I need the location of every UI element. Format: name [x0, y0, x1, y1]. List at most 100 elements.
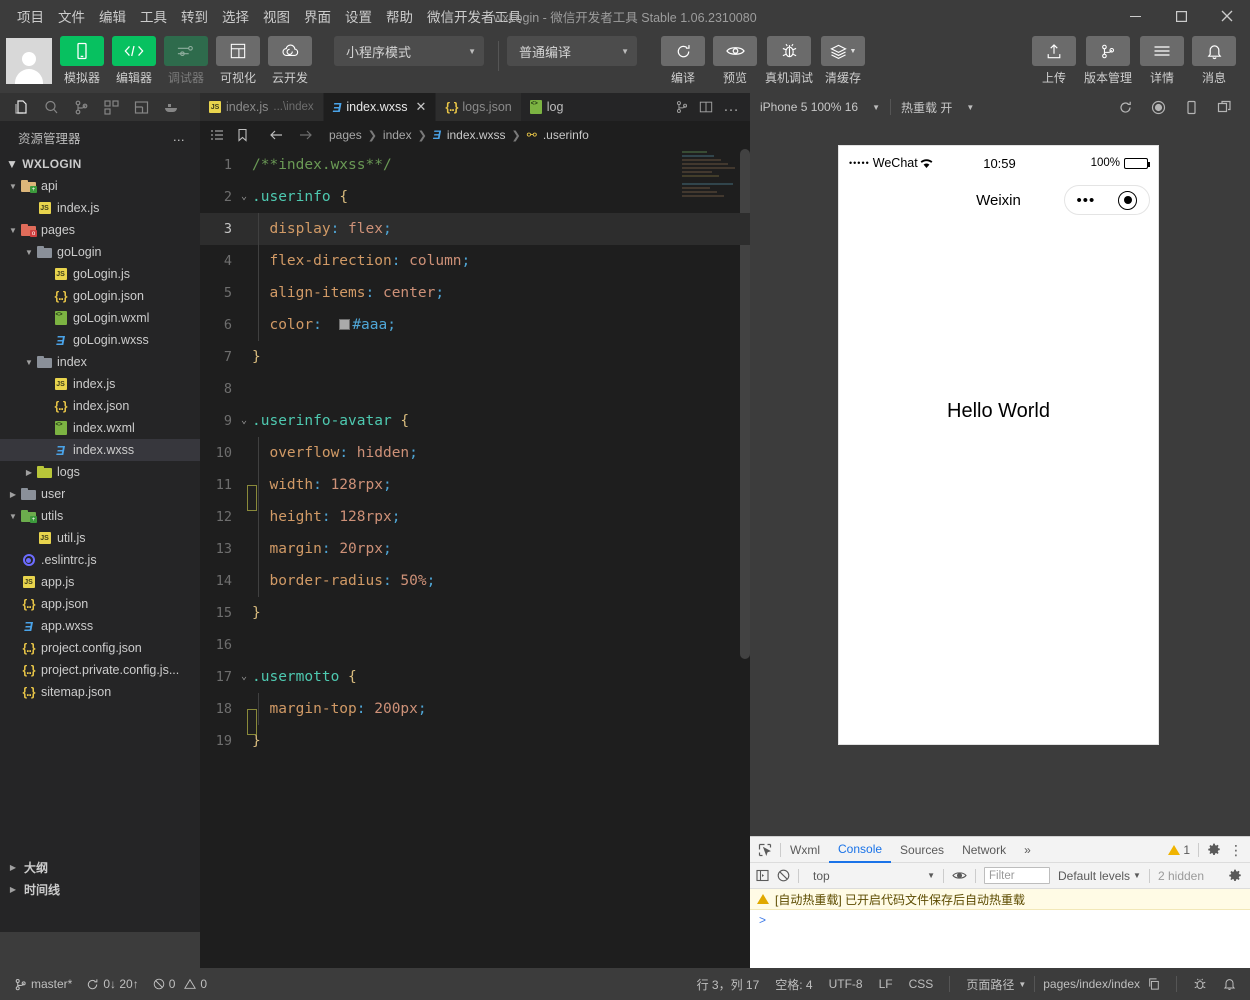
code-line-18[interactable]: 18 margin-top: 200px; — [200, 693, 750, 725]
menu-item-2[interactable]: 编辑 — [92, 3, 133, 29]
tree-file-index.js[interactable]: JS index.js — [0, 197, 200, 219]
code-line-8[interactable]: 8 — [200, 373, 750, 405]
devtools-tab-wxml[interactable]: Wxml — [781, 837, 829, 863]
toolbar-button-消息[interactable]: 消息 — [1192, 36, 1236, 86]
forward-arrow-icon[interactable] — [298, 128, 313, 142]
tree-file-util.js[interactable]: JS util.js — [0, 527, 200, 549]
chevron-right-icon[interactable]: ▶ — [6, 490, 20, 499]
toolbar-button-真机调试[interactable]: 真机调试 — [765, 36, 813, 86]
code-line-1[interactable]: 1 /**index.wxss**/ — [200, 149, 750, 181]
devtools-tab-sources[interactable]: Sources — [891, 837, 953, 863]
console-filter-input[interactable]: Filter — [984, 867, 1050, 884]
menu-item-3[interactable]: 工具 — [133, 3, 174, 29]
gear-icon[interactable] — [1207, 843, 1221, 857]
user-avatar[interactable] — [6, 38, 52, 84]
devtools-overflow-button[interactable]: » — [1015, 837, 1040, 863]
console-context-select[interactable]: top ▼ — [807, 869, 935, 883]
tree-folder-logs[interactable]: ▶ logs — [0, 461, 200, 483]
menu-item-0[interactable]: 项目 — [10, 3, 51, 29]
code-line-9[interactable]: 9 ⌄ .userinfo-avatar { — [200, 405, 750, 437]
tree-file-project.private.config.js...[interactable]: {..} project.private.config.js... — [0, 659, 200, 681]
fold-chevron-icon[interactable]: ⌄ — [236, 405, 252, 437]
capsule-dots-icon[interactable]: ••• — [1077, 192, 1096, 209]
source-control-small-icon[interactable] — [675, 100, 689, 114]
code-content[interactable]: 1/**index.wxss**/2 ⌄ .userinfo {3 display:… — [200, 149, 750, 968]
tree-folder-api[interactable]: ▼ + api — [0, 175, 200, 197]
status-branch[interactable]: master* — [14, 977, 72, 991]
tree-folder-goLogin[interactable]: ▼ goLogin — [0, 241, 200, 263]
code-line-3[interactable]: 3 display: flex; — [200, 213, 750, 245]
code-line-11[interactable]: 11 width: 128rpx; — [200, 469, 750, 501]
devtools-tab-network[interactable]: Network — [953, 837, 1015, 863]
kebab-menu-icon[interactable]: ⋮ — [1229, 843, 1243, 857]
tree-file-app.js[interactable]: JS app.js — [0, 571, 200, 593]
tree-file-app.json[interactable]: {..} app.json — [0, 593, 200, 615]
tree-file-goLogin.wxss[interactable]: ƎgoLogin.wxss — [0, 329, 200, 351]
menu-item-9[interactable]: 帮助 — [379, 3, 420, 29]
chevron-down-icon[interactable]: ▼ — [22, 358, 36, 367]
device-select[interactable]: iPhone 5 100% 16 ▼ — [750, 100, 890, 114]
status-cursor-position[interactable]: 行 3，列 17 — [697, 976, 760, 993]
sidebar-section-outline[interactable]: ▶ 大纲 — [0, 856, 200, 878]
editor-tab-index.wxss[interactable]: Ǝindex.wxss ✕ — [323, 93, 437, 121]
breadcrumb-part-3[interactable]: .userinfo — [543, 128, 589, 142]
status-problems[interactable]: 0 0 — [153, 977, 207, 991]
wechat-capsule[interactable]: ••• — [1064, 185, 1150, 215]
bell-small-icon[interactable] — [1223, 977, 1236, 991]
minimize-button[interactable] — [1112, 0, 1158, 32]
console-sidebar-icon[interactable] — [756, 869, 769, 882]
tree-file-.eslintrc.js[interactable]: .eslintrc.js — [0, 549, 200, 571]
tree-file-index.js[interactable]: JS index.js — [0, 373, 200, 395]
compile-select[interactable]: 普通编译 ▼ — [507, 36, 637, 66]
tree-file-goLogin.json[interactable]: {..} goLogin.json — [0, 285, 200, 307]
color-swatch[interactable] — [339, 319, 351, 330]
status-sync[interactable]: 0↓ 20↑ — [86, 977, 139, 991]
capsule-target-icon[interactable] — [1118, 190, 1138, 210]
extensions-icon[interactable] — [98, 95, 124, 119]
toolbar-button-编译[interactable]: 编译 — [661, 36, 705, 86]
devtools-tab-console[interactable]: Console — [829, 837, 892, 863]
tab-extra-log[interactable]: log — [522, 93, 572, 121]
menu-item-4[interactable]: 转到 — [174, 3, 215, 29]
record-icon[interactable] — [1151, 100, 1166, 115]
menu-item-7[interactable]: 界面 — [297, 3, 338, 29]
code-line-19[interactable]: 19} — [200, 725, 750, 757]
menu-item-6[interactable]: 视图 — [256, 3, 297, 29]
tree-file-index.json[interactable]: {..} index.json — [0, 395, 200, 417]
hot-reload-toggle[interactable]: 热重载 开 ▼ — [891, 99, 984, 116]
fold-chevron-icon[interactable]: ⌄ — [236, 661, 252, 693]
code-line-5[interactable]: 5 align-items: center; — [200, 277, 750, 309]
tree-file-sitemap.json[interactable]: {..} sitemap.json — [0, 681, 200, 703]
breadcrumb-part-0[interactable]: pages — [329, 128, 362, 142]
tree-file-goLogin.wxml[interactable]: goLogin.wxml — [0, 307, 200, 329]
inspect-element-icon[interactable] — [750, 843, 780, 857]
status-language[interactable]: CSS — [909, 977, 934, 991]
tree-file-goLogin.js[interactable]: JS goLogin.js — [0, 263, 200, 285]
fold-chevron-icon[interactable]: ⌄ — [236, 181, 252, 213]
close-button[interactable] — [1204, 0, 1250, 32]
menu-item-1[interactable]: 文件 — [51, 3, 92, 29]
code-line-4[interactable]: 4 flex-direction: column; — [200, 245, 750, 277]
tree-folder-utils[interactable]: ▼ + utils — [0, 505, 200, 527]
editor-tab-logs.json[interactable]: {..} logs.json — [436, 93, 522, 121]
workspace-root-row[interactable]: ▼ WXLOGIN — [0, 153, 200, 175]
code-line-17[interactable]: 17 ⌄ .usermotto { — [200, 661, 750, 693]
code-line-14[interactable]: 14 border-radius: 50%; — [200, 565, 750, 597]
bookmark-icon[interactable] — [236, 128, 249, 142]
code-line-2[interactable]: 2 ⌄ .userinfo { — [200, 181, 750, 213]
status-encoding[interactable]: UTF-8 — [829, 977, 863, 991]
back-arrow-icon[interactable] — [269, 128, 284, 142]
tree-folder-pages[interactable]: ▼ o pages — [0, 219, 200, 241]
code-line-16[interactable]: 16 — [200, 629, 750, 661]
code-line-7[interactable]: 7} — [200, 341, 750, 373]
chevron-right-icon[interactable]: ▶ — [22, 468, 36, 477]
window-icon[interactable] — [1217, 100, 1232, 115]
console-settings-icon[interactable] — [1228, 869, 1242, 883]
tree-folder-user[interactable]: ▶ user — [0, 483, 200, 505]
menu-item-8[interactable]: 设置 — [338, 3, 379, 29]
chevron-down-icon[interactable]: ▼ — [6, 226, 20, 235]
toolbar-button-云开发[interactable]: 云开发 — [268, 36, 312, 86]
code-line-15[interactable]: 15} — [200, 597, 750, 629]
close-icon[interactable]: ✕ — [415, 99, 426, 115]
status-page-path-select[interactable]: 页面路径 ▼ — [966, 976, 1026, 993]
